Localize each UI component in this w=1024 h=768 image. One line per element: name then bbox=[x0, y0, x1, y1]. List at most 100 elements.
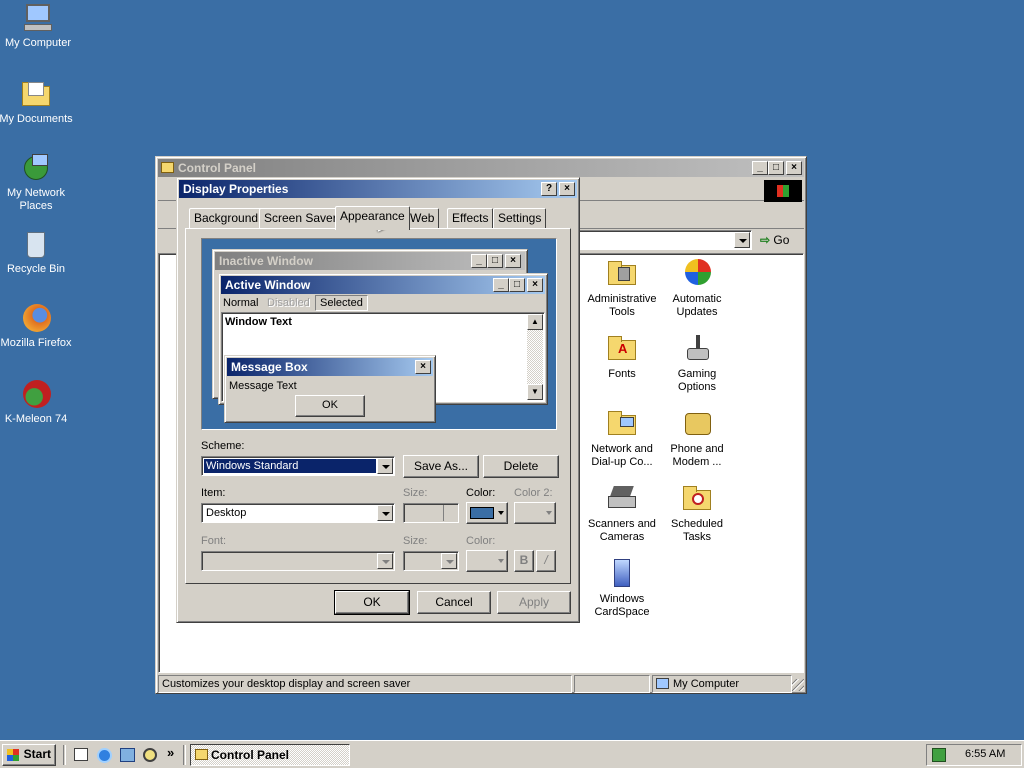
item-label: Item: bbox=[201, 487, 226, 499]
start-label: Start bbox=[23, 747, 51, 761]
control-panel-titlebar[interactable]: Control Panel bbox=[158, 159, 804, 177]
address-input[interactable] bbox=[576, 230, 752, 250]
size-spinner[interactable] bbox=[403, 503, 459, 523]
tab-effects[interactable]: Effects bbox=[447, 208, 494, 228]
tab-web[interactable]: Web bbox=[405, 208, 440, 228]
color-swatch bbox=[470, 507, 494, 519]
scroll-up-icon: ▲ bbox=[527, 314, 543, 330]
desktop-icon-kmeleon[interactable]: K-Meleon 74 bbox=[0, 378, 74, 426]
chevron-down-icon[interactable] bbox=[377, 505, 393, 521]
show-desktop-icon[interactable] bbox=[74, 748, 88, 761]
dialog-title: Display Properties bbox=[183, 182, 289, 196]
cp-item-scheduled-tasks[interactable]: Scheduled Tasks bbox=[659, 482, 735, 544]
chevron-down-icon[interactable] bbox=[441, 553, 457, 569]
start-button[interactable]: Start bbox=[2, 744, 56, 766]
desktop-icon-label: My Network Places bbox=[6, 187, 66, 212]
preview-active-minimize-icon: _ bbox=[493, 278, 509, 292]
cp-item-phone-modem[interactable]: Phone and Modem ... bbox=[659, 407, 735, 469]
go-label: Go bbox=[773, 233, 790, 247]
clock[interactable]: 6:55 AM bbox=[965, 748, 1005, 760]
cp-item-network-dialup[interactable]: Network and Dial-up Co... bbox=[584, 407, 660, 469]
apply-button[interactable]: Apply bbox=[497, 591, 571, 614]
desktop-icon-my-documents[interactable]: My Documents bbox=[0, 78, 74, 126]
admin-tools-icon bbox=[606, 257, 638, 289]
preview-menu-selected: Selected bbox=[315, 295, 368, 311]
color2-label: Color 2: bbox=[514, 487, 553, 499]
status-text: Customizes your desktop display and scre… bbox=[162, 678, 411, 690]
task-separator bbox=[183, 745, 186, 765]
cp-item-fonts[interactable]: A Fonts bbox=[584, 332, 660, 381]
cp-item-label: Phone and Modem ... bbox=[670, 443, 724, 468]
network-tray-icon[interactable] bbox=[932, 748, 946, 762]
internet-explorer-icon[interactable] bbox=[97, 748, 112, 763]
color2-picker-button[interactable] bbox=[514, 502, 556, 524]
font-select[interactable] bbox=[201, 551, 395, 571]
font-color-button[interactable] bbox=[466, 550, 508, 572]
firefox-icon bbox=[20, 302, 52, 334]
chevron-down-icon bbox=[546, 511, 552, 515]
color-label: Color: bbox=[466, 487, 496, 499]
status-zone: My Computer bbox=[673, 678, 740, 690]
tab-background[interactable]: Background bbox=[189, 208, 264, 228]
cancel-button[interactable]: Cancel bbox=[417, 591, 491, 614]
delete-button[interactable]: Delete bbox=[483, 455, 559, 478]
cp-item-gaming-options[interactable]: Gaming Options bbox=[659, 332, 735, 394]
search-icon[interactable] bbox=[143, 748, 157, 762]
taskbar-task-control-panel[interactable]: Control Panel bbox=[190, 744, 350, 766]
preview-active-title: Active Window bbox=[225, 278, 311, 292]
folder-icon bbox=[195, 749, 208, 760]
recycle-bin-icon bbox=[20, 228, 52, 260]
fonts-icon: A bbox=[606, 332, 638, 364]
preview-scrollbar: ▲ ▼ bbox=[527, 314, 543, 400]
chevron-down-icon[interactable] bbox=[377, 553, 393, 569]
cp-item-administrative-tools[interactable]: Administrative Tools bbox=[584, 257, 660, 319]
preview-active-close-icon: × bbox=[527, 278, 543, 292]
cp-item-windows-cardspace[interactable]: Windows CardSpace bbox=[584, 557, 660, 619]
joystick-icon bbox=[681, 332, 713, 364]
minimize-button[interactable]: _ bbox=[752, 161, 768, 175]
scheme-select[interactable]: Windows Standard bbox=[201, 456, 395, 476]
help-button[interactable]: ? bbox=[541, 182, 557, 196]
font-size-select[interactable] bbox=[403, 551, 459, 571]
network-connections-icon bbox=[606, 407, 638, 439]
color-picker-button[interactable] bbox=[466, 502, 508, 524]
desktop-icon-recycle-bin[interactable]: Recycle Bin bbox=[0, 228, 74, 276]
desktop-icon-my-computer[interactable]: My Computer bbox=[0, 2, 76, 50]
preview-maximize-icon: □ bbox=[487, 254, 503, 268]
outlook-express-icon[interactable] bbox=[120, 748, 135, 762]
cp-item-label: Administrative Tools bbox=[587, 293, 657, 318]
desktop-icon-network-places[interactable]: My Network Places bbox=[0, 152, 74, 213]
ok-button[interactable]: OK bbox=[334, 590, 410, 615]
tab-appearance[interactable]: Appearance bbox=[335, 206, 410, 230]
cp-item-label: Fonts bbox=[608, 368, 636, 380]
network-icon bbox=[20, 152, 52, 184]
tab-settings[interactable]: Settings bbox=[493, 208, 547, 228]
status-zone-panel: My Computer bbox=[652, 675, 792, 693]
cp-item-label: Windows CardSpace bbox=[594, 593, 650, 618]
cp-item-automatic-updates[interactable]: Automatic Updates bbox=[659, 257, 735, 319]
item-select[interactable]: Desktop bbox=[201, 503, 395, 523]
cp-item-scanners-cameras[interactable]: Scanners and Cameras bbox=[584, 482, 660, 544]
close-button[interactable]: × bbox=[786, 161, 802, 175]
system-tray: 6:55 AM bbox=[926, 744, 1022, 766]
appearance-preview: Inactive Window _ □ × Active Window _ □ … bbox=[201, 238, 557, 430]
desktop-icon-firefox[interactable]: Mozilla Firefox bbox=[0, 302, 74, 350]
save-as-button[interactable]: Save As... bbox=[403, 455, 479, 478]
go-arrow-icon: ⇨ bbox=[760, 233, 771, 247]
desktop-icon-label: My Documents bbox=[0, 113, 73, 125]
maximize-button[interactable]: □ bbox=[768, 161, 784, 175]
window-title: Control Panel bbox=[178, 161, 257, 175]
preview-close-icon: × bbox=[505, 254, 521, 268]
italic-button[interactable]: / bbox=[536, 550, 556, 572]
go-button[interactable]: ⇨ Go bbox=[760, 232, 789, 250]
dialog-titlebar[interactable]: Display Properties bbox=[179, 180, 577, 198]
windows-update-icon bbox=[681, 257, 713, 289]
dialog-close-button[interactable]: × bbox=[559, 182, 575, 196]
chevron-down-icon[interactable] bbox=[377, 458, 393, 474]
resize-grip-icon[interactable] bbox=[792, 679, 804, 691]
bold-button[interactable]: B bbox=[514, 550, 534, 572]
tab-screen-saver[interactable]: Screen Saver bbox=[259, 208, 342, 228]
quick-launch-chevron[interactable]: » bbox=[167, 745, 174, 760]
scheme-value: Windows Standard bbox=[204, 459, 376, 473]
cp-item-label: Scanners and Cameras bbox=[588, 518, 656, 543]
